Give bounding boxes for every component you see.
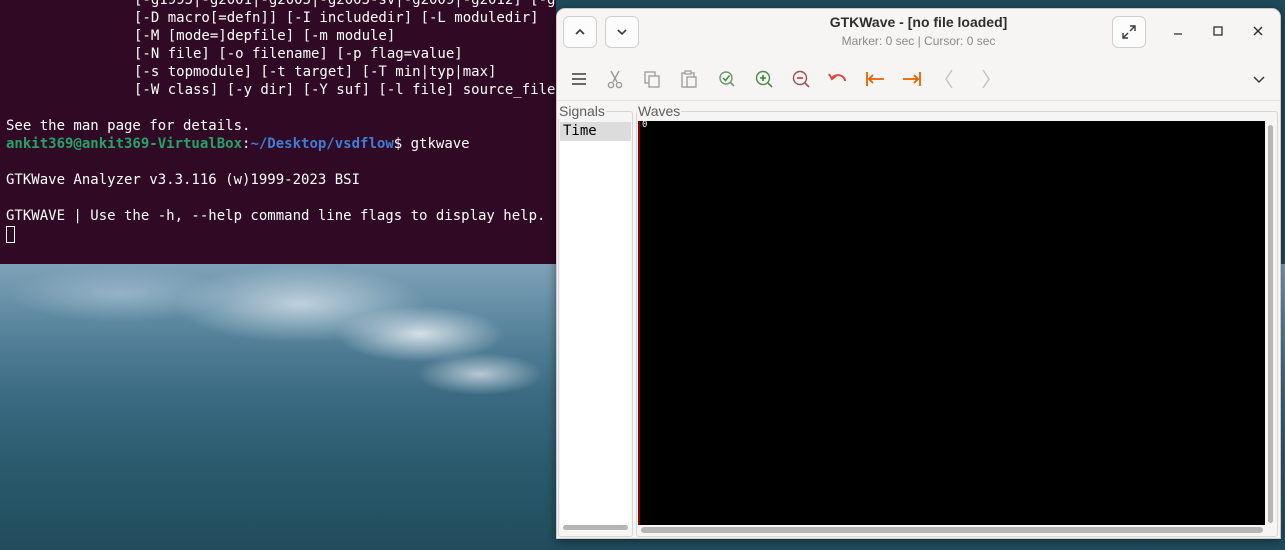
terminal-man-hint: See the man page for details. — [6, 118, 251, 134]
next-change-icon — [982, 69, 990, 89]
zoom-to-start-button[interactable] — [861, 65, 889, 93]
menu-button[interactable] — [565, 65, 593, 93]
terminal-usage-line: [-W class] [-y dir] [-Y suf] [-l file] s… — [134, 82, 556, 98]
signals-scrollbar[interactable] — [563, 525, 628, 530]
chevron-down-icon — [1253, 76, 1265, 84]
prompt-user: ankit369@ankit369-VirtualBox — [6, 136, 243, 152]
gtkwave-toolbar — [557, 57, 1280, 101]
time-axis-zero: 0 — [642, 120, 648, 130]
zoom-out-icon — [792, 70, 810, 88]
zoom-to-end-button[interactable] — [898, 65, 926, 93]
paste-icon — [681, 70, 697, 88]
terminal-help-line: GTKWAVE | Use the -h, --help command lin… — [6, 208, 546, 224]
terminal-cursor-line — [0, 225, 556, 243]
paste-button[interactable] — [675, 65, 703, 93]
terminal-window[interactable]: [-g1995|-g2001|-g2005|-g2005-sv|-g2009|-… — [0, 0, 556, 264]
prompt-symbol: $ — [393, 136, 411, 152]
terminal-usage-line: [-M [mode=]depfile] [-m module] — [134, 28, 396, 44]
close-button[interactable] — [1248, 21, 1268, 41]
terminal-usage-line: [-D macro[=defn]] [-I includedir] [-L mo… — [134, 10, 539, 26]
minimize-icon — [1174, 33, 1182, 35]
zoom-in-icon — [755, 70, 773, 88]
close-icon — [1253, 26, 1263, 36]
next-change-button[interactable] — [972, 65, 1000, 93]
maximize-button[interactable] — [1208, 21, 1228, 41]
gtkwave-window[interactable]: GTKWave - [no file loaded] Marker: 0 sec… — [556, 8, 1281, 539]
cut-button[interactable] — [601, 65, 629, 93]
zoom-fit-button[interactable] — [713, 65, 741, 93]
waves-label: Waves — [637, 103, 682, 119]
menu-icon — [572, 73, 586, 85]
zoom-fit-icon — [719, 71, 735, 87]
waves-vertical-scrollbar[interactable] — [1268, 125, 1273, 523]
terminal-cursor — [6, 225, 15, 243]
toolbar-overflow-button[interactable] — [1245, 65, 1273, 93]
terminal-usage-line: [-N file] [-o filename] [-p flag=value] — [134, 46, 463, 62]
signal-item-time[interactable]: Time — [560, 122, 631, 141]
terminal-command: gtkwave — [410, 136, 470, 152]
gtkwave-titlebar[interactable]: GTKWave - [no file loaded] Marker: 0 sec… — [557, 9, 1280, 57]
zoom-out-button[interactable] — [787, 65, 815, 93]
signals-list[interactable]: Time — [560, 122, 631, 528]
maximize-icon — [1213, 26, 1223, 36]
terminal-usage-line: [-g1995|-g2001|-g2005|-g2005-sv|-g2009|-… — [134, 0, 556, 8]
gtkwave-content: Signals Time Waves 0 — [557, 101, 1280, 538]
zoom-to-start-icon — [866, 72, 884, 86]
undo-zoom-button[interactable] — [824, 65, 852, 93]
minimize-button[interactable] — [1168, 21, 1188, 41]
copy-button[interactable] — [638, 65, 666, 93]
signals-label: Signals — [558, 103, 606, 119]
zoom-to-end-icon — [903, 72, 921, 86]
copy-icon — [644, 71, 660, 88]
previous-change-icon — [945, 69, 953, 89]
previous-change-button[interactable] — [935, 65, 963, 93]
prompt-path: ~/Desktop/vsdflow — [250, 136, 394, 152]
terminal-prompt-line: ankit369@ankit369-VirtualBox:~/Desktop/v… — [0, 135, 556, 153]
undo-zoom-icon — [828, 73, 846, 82]
cut-icon — [607, 70, 623, 89]
terminal-analyzer-line: GTKWave Analyzer v3.3.116 (w)1999-2023 B… — [6, 172, 361, 188]
expand-icon — [1122, 25, 1136, 39]
wave-display[interactable]: 0 — [638, 120, 1265, 525]
zoom-in-button[interactable] — [750, 65, 778, 93]
terminal-usage-line: [-s topmodule] [-t target] [-T min|typ|m… — [134, 64, 497, 80]
fullscreen-button[interactable] — [1112, 16, 1146, 48]
waves-horizontal-scrollbar[interactable] — [641, 527, 1263, 533]
